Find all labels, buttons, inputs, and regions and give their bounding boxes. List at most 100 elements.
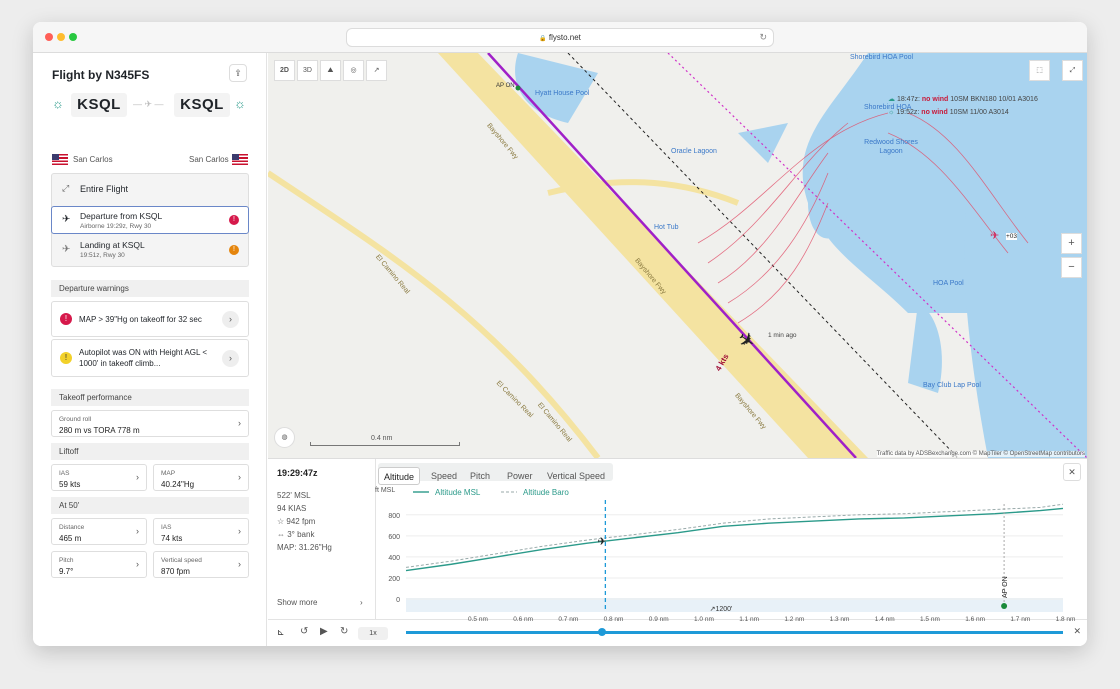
play-icon[interactable]: ▶ [320, 626, 328, 637]
chevron-right-icon[interactable]: › [222, 311, 239, 328]
tab-power[interactable]: Power [502, 467, 538, 485]
liftoff-ias-card[interactable]: IAS 59 kts › [51, 464, 147, 491]
ground-band [406, 598, 1063, 612]
poi-label: Hyatt House Pool [535, 90, 590, 97]
ap-on-marker [515, 85, 521, 91]
arrival-airport[interactable]: KSQL [174, 93, 230, 117]
phase-title: Entire Flight [80, 184, 129, 194]
globe-icon[interactable]: ◎ [343, 60, 364, 81]
chevron-right-icon: › [360, 598, 363, 607]
at50-header: At 50' [51, 497, 249, 514]
at50-ias-card[interactable]: IAS 74 kts › [153, 518, 249, 545]
timeline-tick-label: 0.8 nm [603, 616, 624, 623]
field-value: 40.24"Hg [161, 480, 195, 489]
phase-landing[interactable]: ✈ Landing at KSQL 19:51z, Rwy 30 ! [52, 236, 248, 266]
legend-label: Altitude MSL [435, 488, 481, 497]
forward-5-icon[interactable]: ↻ [340, 626, 348, 637]
status-time: 19:29:47z [277, 468, 318, 478]
view-2d-button[interactable]: 2D [274, 60, 295, 81]
tab-pitch[interactable]: Pitch [465, 467, 495, 485]
titlebar: 🔒 flysto.net ↻ [33, 22, 1087, 53]
ap-on-marker [1001, 603, 1008, 609]
terrain-icon[interactable]: ⛰ [320, 60, 341, 81]
arrival-city: San Carlos [189, 155, 229, 164]
field-label: IAS [59, 470, 70, 477]
liftoff-header: Liftoff [51, 443, 249, 460]
airplane-route-icon: — ✈ — [133, 99, 164, 109]
close-icon[interactable]: ✕ [1073, 626, 1081, 637]
poi-label: Bay Club Lap Pool [923, 382, 981, 389]
reload-icon[interactable]: ↻ [759, 29, 767, 46]
timeline-tick-label: 1.2 nm [784, 616, 805, 623]
y-tick-label: 800 [388, 513, 400, 520]
poi-label: Oracle Lagoon [671, 148, 717, 155]
fullscreen-icon[interactable]: ⤢ [1062, 60, 1083, 81]
telemetry-panel: 19:29:47z 522' MSL 94 KIAS ☆ 942 fpm ⇔ 3… [268, 458, 1087, 646]
show-more-button[interactable]: Show more [277, 598, 317, 607]
field-label: Vertical speed [161, 557, 202, 564]
liftoff-map-card[interactable]: MAP 40.24"Hg › [153, 464, 249, 491]
sun-icon: ☼ [888, 109, 895, 116]
chevron-right-icon[interactable]: › [222, 350, 239, 367]
share-icon[interactable]: ⇪ [229, 64, 247, 82]
y-tick-label: 600 [388, 534, 400, 541]
scale-bar [310, 442, 460, 446]
arrival-weather-icon: ☼ [234, 96, 246, 111]
select-area-icon[interactable]: ⬚ [1029, 60, 1050, 81]
tab-altitude[interactable]: Altitude [378, 467, 421, 485]
field-label: Pitch [59, 557, 74, 564]
timeline-tick-label: 1.6 nm [965, 616, 986, 623]
zoom-out-button[interactable]: − [1061, 257, 1082, 278]
cloud-icon: ☁ [888, 96, 895, 103]
phase-subtitle: Airborne 19:29z, Rwy 30 [80, 223, 152, 230]
at50-vs-card[interactable]: Vertical speed 870 fpm › [153, 551, 249, 578]
takeoff-header: Takeoff performance [51, 389, 249, 406]
close-window-button[interactable] [45, 33, 53, 41]
chart-toggle-icon[interactable]: ⊾ [277, 627, 285, 638]
ap-on-label: AP ON [496, 83, 515, 89]
status-vs: 942 fpm [286, 517, 316, 526]
phase-entire-flight[interactable]: ⤢ Entire Flight [52, 174, 248, 205]
at50-pitch-card[interactable]: Pitch 9.7° › [51, 551, 147, 578]
view-3d-button[interactable]: 3D [297, 60, 318, 81]
zoom-in-button[interactable]: + [1061, 233, 1082, 254]
warning-icon: ! [60, 352, 72, 364]
phase-departure[interactable]: ✈ Departure from KSQL Airborne 19:29z, R… [51, 206, 249, 234]
altitude-chart[interactable]: 0 200 400 600 800 ft MSL Altitude MSL Altitude … [373, 484, 1073, 634]
address-bar[interactable]: 🔒 flysto.net ↻ [346, 28, 774, 47]
timeline-tick-label: 1.1 nm [739, 616, 760, 623]
warning-map-card[interactable]: ! MAP > 39"Hg on takeoff for 32 sec › [51, 301, 249, 337]
chevron-right-icon: › [238, 525, 241, 536]
flight-map[interactable]: AP ON ✈ 1 min ago 4 kts ✈ +03 Shorebird … [268, 53, 1087, 458]
tab-vertical-speed[interactable]: Vertical Speed [542, 467, 610, 485]
flight-track [487, 53, 857, 458]
chart-icon[interactable]: ↗ [366, 60, 387, 81]
minimize-window-button[interactable] [57, 33, 65, 41]
departure-airport[interactable]: KSQL [71, 93, 127, 117]
playback-speed-button[interactable]: 1x [358, 627, 388, 640]
landing-icon: ✈ [62, 244, 71, 255]
ground-roll-card[interactable]: Ground roll 280 m vs TORA 778 m › [51, 410, 249, 437]
departure-city: San Carlos [73, 155, 113, 164]
wx-row: ☁ 18:47z: no wind 10SM BKN180 10/01 A301… [888, 93, 1038, 106]
browser-window: 🔒 flysto.net ↻ Flight by N345FS ⇪ ☼ KSQL … [33, 22, 1087, 646]
tab-speed[interactable]: Speed [426, 467, 462, 485]
zoom-window-button[interactable] [69, 33, 77, 41]
timeline-handle[interactable] [598, 628, 606, 636]
status-panel: 19:29:47z 522' MSL 94 KIAS ☆ 942 fpm ⇔ 3… [268, 459, 376, 619]
flight-title: Flight by N345FS [52, 68, 150, 82]
layers-icon[interactable]: ◍ [274, 427, 295, 448]
at50-distance-card[interactable]: Distance 465 m › [51, 518, 147, 545]
phase-title: Departure from KSQL [80, 211, 163, 221]
close-icon[interactable]: ✕ [1063, 463, 1081, 481]
traffic-aircraft-icon[interactable]: ✈ [990, 229, 999, 242]
y-tick-label: 400 [388, 555, 400, 562]
field-value: 74 kts [161, 534, 183, 543]
field-label: Distance [59, 524, 85, 531]
aircraft-icon: ✈ [597, 536, 606, 548]
chart-tabs: Altitude Speed Pitch Power Vertical Spee… [378, 463, 613, 485]
chevron-right-icon: › [136, 525, 139, 536]
warning-autopilot-card[interactable]: ! Autopilot was ON with Height AGL < 100… [51, 339, 249, 377]
rewind-5-icon[interactable]: ↺ [300, 626, 308, 637]
timeline-track[interactable] [406, 631, 1063, 634]
